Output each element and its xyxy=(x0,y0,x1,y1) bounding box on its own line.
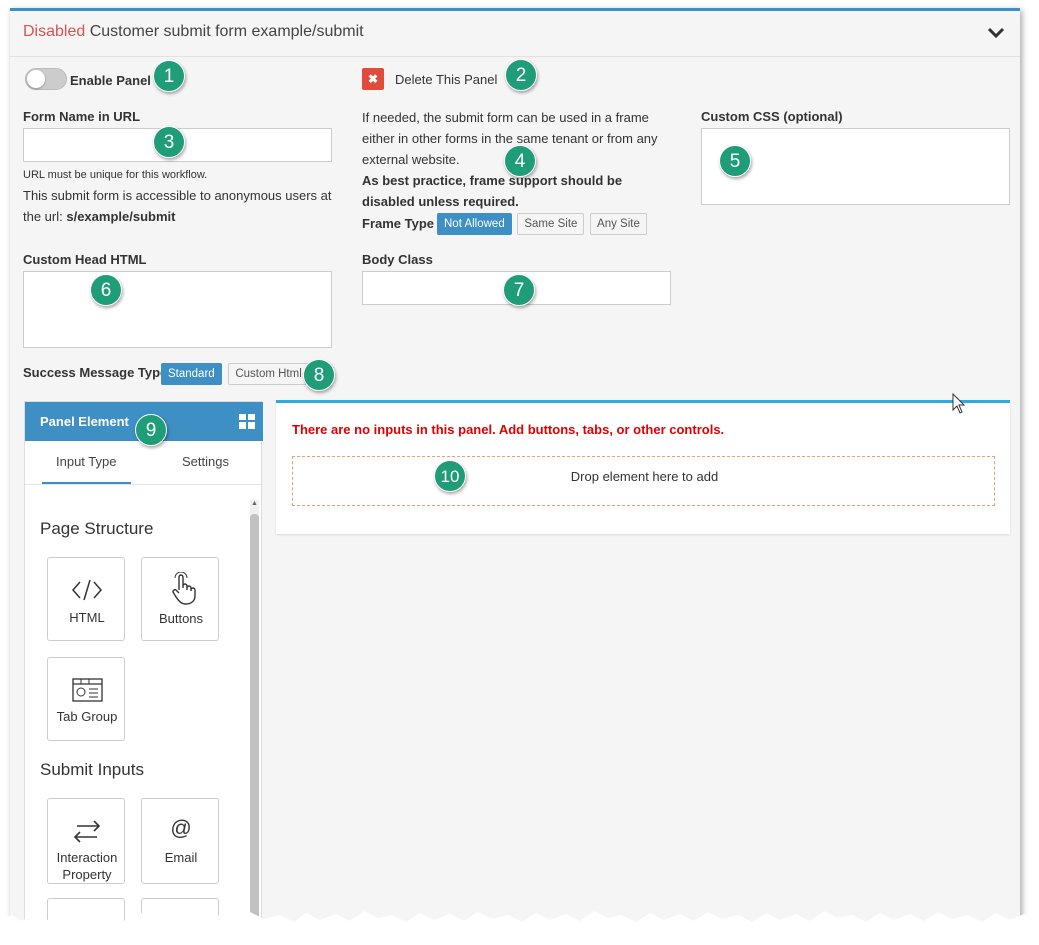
panel-header[interactable]: Disabled Customer submit form example/su… xyxy=(10,11,1020,57)
panel-editor: Disabled Customer submit form example/su… xyxy=(10,8,1020,945)
custom-head-html-textarea[interactable] xyxy=(23,271,332,348)
frame-desc-1: If needed, the submit form can be used i… xyxy=(362,110,649,125)
swap-arrows-icon xyxy=(73,820,101,843)
callout-9: 9 xyxy=(135,414,167,446)
delete-panel-label[interactable]: Delete This Panel xyxy=(395,69,497,90)
frame-type-not-allowed[interactable]: Not Allowed xyxy=(437,213,512,235)
form-name-hint: URL must be unique for this workflow. xyxy=(23,169,208,181)
mouse-cursor-icon xyxy=(952,393,966,414)
tile-buttons-label: Buttons xyxy=(158,611,204,626)
success-message-label: Success Message Type xyxy=(23,365,168,380)
pointer-hand-icon xyxy=(172,572,196,605)
body-class-label: Body Class xyxy=(362,252,433,267)
close-icon: ✖ xyxy=(367,72,379,86)
callout-7: 7 xyxy=(503,274,535,306)
callout-10: 10 xyxy=(434,460,466,492)
tile-interaction-property-label: Interaction Property xyxy=(56,850,118,882)
tile-html-label: HTML xyxy=(69,610,105,625)
frame-type-group: Not Allowed Same Site Any Site xyxy=(437,213,647,235)
form-name-label: Form Name in URL xyxy=(23,109,141,124)
tile-email[interactable]: @ Email xyxy=(141,798,219,884)
drop-zone-label: Drop element here to add xyxy=(570,469,719,484)
access-url-line: the url: s/example/submit xyxy=(23,206,175,227)
access-url: s/example/submit xyxy=(66,209,176,224)
enable-panel-toggle[interactable] xyxy=(25,68,67,90)
no-inputs-warning: There are no inputs in this panel. Add b… xyxy=(292,422,725,437)
tile-tab-group-label: Tab Group xyxy=(56,709,118,724)
frame-desc-2: either in other forms in the same tenant… xyxy=(362,131,658,146)
success-custom-html-button[interactable]: Custom Html xyxy=(228,363,309,385)
callout-8: 8 xyxy=(303,359,335,391)
access-url-prefix: the url: xyxy=(23,209,67,224)
tab-settings[interactable]: Settings xyxy=(182,454,229,469)
sidebar-scrollbar-thumb[interactable] xyxy=(250,514,259,945)
code-icon xyxy=(72,579,102,601)
success-standard-button[interactable]: Standard xyxy=(161,363,222,385)
callout-1: 1 xyxy=(153,60,185,92)
callout-6: 6 xyxy=(90,274,122,306)
drop-zone[interactable]: Drop element here to add xyxy=(292,456,995,506)
callout-2: 2 xyxy=(505,59,537,91)
toggle-knob xyxy=(27,70,45,88)
delete-panel-button[interactable]: ✖ xyxy=(362,68,384,90)
tab-group-icon xyxy=(72,678,103,702)
tab-input-type[interactable]: Input Type xyxy=(56,454,116,469)
tile-buttons[interactable]: Buttons xyxy=(141,557,219,641)
section-submit-inputs: Submit Inputs xyxy=(40,760,144,779)
tile-tab-group[interactable]: Tab Group xyxy=(47,657,125,741)
tile-html[interactable]: HTML xyxy=(47,557,125,641)
frame-type-label: Frame Type xyxy=(362,216,435,231)
frame-desc-3: external website. xyxy=(362,152,460,167)
tile-email-label: Email xyxy=(164,850,198,865)
frame-warn-1: As best practice, frame support should b… xyxy=(362,173,623,188)
custom-head-html-label: Custom Head HTML xyxy=(23,252,147,267)
access-text: This submit form is accessible to anonym… xyxy=(23,188,332,203)
chevron-down-icon[interactable] xyxy=(986,25,1006,41)
panel-title: Disabled Customer submit form example/su… xyxy=(23,23,364,41)
tile-interaction-property[interactable]: Interaction Property xyxy=(47,798,125,884)
active-tab-indicator xyxy=(42,482,131,484)
enable-panel-label: Enable Panel xyxy=(70,73,151,88)
frame-type-any-site[interactable]: Any Site xyxy=(590,213,647,235)
scroll-up-arrow[interactable]: ▲ xyxy=(250,500,259,508)
frame-warn-2: disabled unless required. xyxy=(362,194,519,209)
panel-element-title: Panel Element xyxy=(40,414,129,429)
section-page-structure: Page Structure xyxy=(40,519,154,538)
panel-name: Customer submit form example/submit xyxy=(89,23,364,40)
callout-4: 4 xyxy=(504,145,536,177)
panel-element-sidebar: Panel Element Input Type Settings Page S… xyxy=(24,401,263,945)
panel-element-tabs: Input Type Settings xyxy=(25,441,263,485)
drop-panel: There are no inputs in this panel. Add b… xyxy=(276,400,1010,534)
success-message-group: Standard Custom Html xyxy=(161,363,309,385)
frame-type-same-site[interactable]: Same Site xyxy=(517,213,585,235)
grid-icon[interactable] xyxy=(239,414,255,429)
callout-5: 5 xyxy=(719,145,751,177)
callout-3: 3 xyxy=(153,126,185,158)
custom-css-label: Custom CSS (optional) xyxy=(701,109,843,124)
torn-edge-decoration xyxy=(0,911,1039,945)
at-sign-icon: @ xyxy=(170,817,192,840)
status-label: Disabled xyxy=(23,23,86,40)
